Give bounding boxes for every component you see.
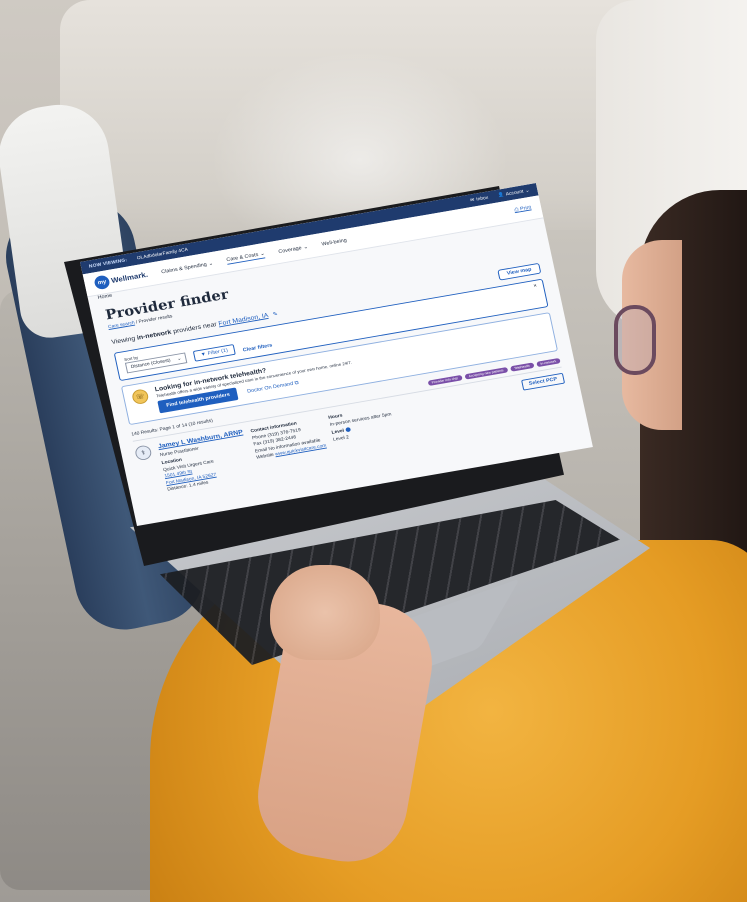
logo-my: my bbox=[93, 274, 111, 291]
filter-icon: ▼ bbox=[200, 351, 207, 358]
clear-filters-link[interactable]: Clear filters bbox=[242, 343, 272, 353]
external-link-icon: ⧉ bbox=[294, 379, 300, 386]
doctor-on-demand-label: Doctor On Demand bbox=[246, 380, 294, 395]
chevron-down-icon: ⌄ bbox=[176, 355, 182, 362]
filter-button[interactable]: ▼ Filter (1) bbox=[192, 344, 236, 362]
nav-coverage[interactable]: Coverage ⌄ bbox=[278, 244, 309, 254]
viewing-network: in-network bbox=[136, 328, 172, 342]
select-pcp-button[interactable]: Select PCP bbox=[521, 372, 566, 391]
close-icon[interactable]: × bbox=[533, 283, 538, 289]
account-label: Account bbox=[505, 188, 525, 198]
user-icon: 👤 bbox=[497, 192, 505, 199]
contact-column: Contact information Phone (319) 376-7519… bbox=[250, 415, 331, 478]
chevron-down-icon: ⌄ bbox=[208, 260, 214, 267]
nav-item-label: Coverage bbox=[277, 245, 303, 255]
print-label: Print bbox=[519, 204, 532, 213]
chip: Telehealth bbox=[509, 362, 535, 372]
nav-well-being[interactable]: Well-being bbox=[321, 237, 347, 247]
nav-item-label: Well-being bbox=[320, 237, 348, 247]
hours-column: Hours In-person services after 5pm Level… bbox=[328, 403, 400, 464]
info-icon[interactable] bbox=[344, 427, 351, 433]
view-map-button[interactable]: View map bbox=[497, 262, 542, 281]
print-link[interactable]: ⎙ Print bbox=[514, 205, 532, 214]
print-icon: ⎙ bbox=[513, 207, 520, 214]
photo-scene: NOW VIEWING: OLAdbdolarFamily 4CA ✉ Inbo… bbox=[0, 0, 747, 902]
person-hand bbox=[270, 565, 380, 660]
chevron-down-icon: ⌄ bbox=[302, 244, 309, 251]
provider-identity-column: Jamey L Washburn, ARNP Nurse Practitione… bbox=[157, 428, 253, 493]
nav-claims-spending[interactable]: Claims & Spending ⌄ bbox=[161, 260, 214, 274]
viewing-prefix: Viewing bbox=[110, 335, 136, 346]
pencil-icon[interactable]: ✎ bbox=[272, 311, 278, 317]
chip: In-network bbox=[535, 357, 561, 368]
chevron-down-icon: ⌄ bbox=[259, 250, 266, 257]
location-link[interactable]: Fort Madison, IA bbox=[218, 312, 269, 327]
telehealth-icon: ☏ bbox=[131, 388, 150, 406]
inbox-icon: ✉ bbox=[469, 197, 475, 204]
inbox-label: Inbox bbox=[475, 195, 489, 203]
provider-avatar-icon: ⚕ bbox=[134, 444, 153, 462]
nav-item-label: Claims & Spending bbox=[160, 261, 208, 275]
sort-by-group: Sort by Distance (Closest) ⌄ bbox=[124, 347, 188, 374]
sunglasses bbox=[614, 305, 656, 375]
logo-brand: Wellmark. bbox=[110, 270, 149, 285]
nav-item-label: Care & Costs bbox=[225, 251, 259, 263]
nav-care-costs[interactable]: Care & Costs ⌄ bbox=[225, 250, 266, 265]
filter-label: Filter (1) bbox=[207, 347, 229, 357]
viewing-middle: providers near bbox=[172, 321, 218, 335]
chevron-down-icon: ⌄ bbox=[524, 187, 531, 194]
doctor-on-demand-link[interactable]: Doctor On Demand ⧉ bbox=[247, 380, 300, 395]
inbox-link[interactable]: ✉ Inbox bbox=[470, 195, 489, 203]
